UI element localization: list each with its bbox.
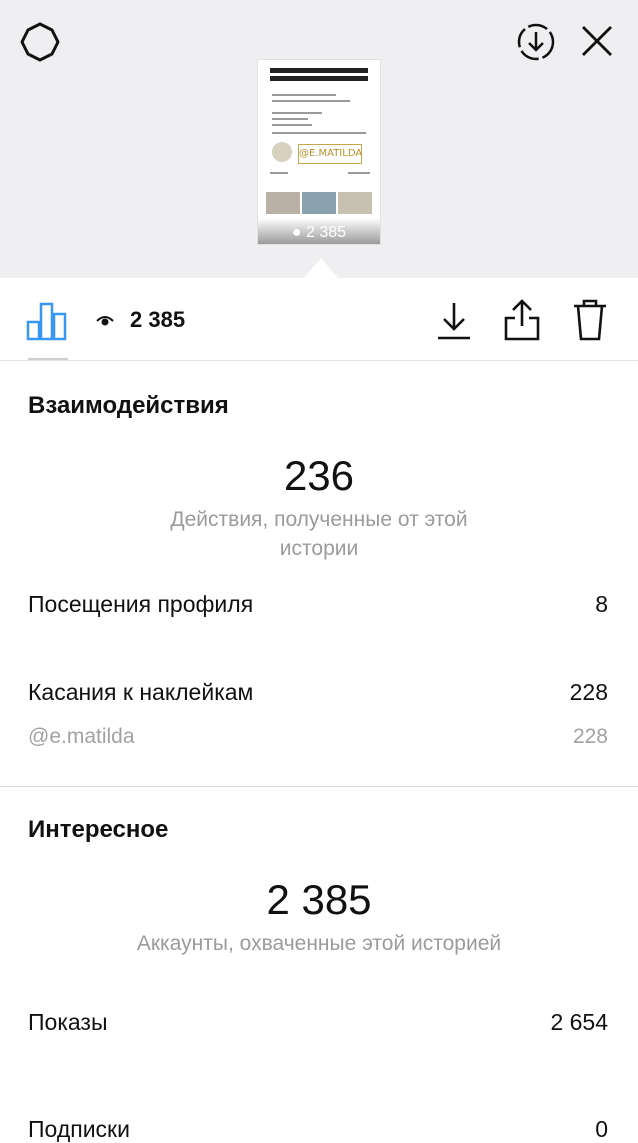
row-label-impressions: Показы <box>28 1009 108 1035</box>
share-icon[interactable] <box>503 298 541 342</box>
discovery-caption: Аккаунты, охваченные этой историей <box>136 932 502 955</box>
row-value-follows: 0 <box>595 1116 608 1142</box>
thumb-text-line <box>272 118 308 120</box>
eye-icon: ● <box>291 224 302 241</box>
thumb-photos <box>266 192 372 214</box>
thumb-headline <box>270 76 368 81</box>
thumb-text-line <box>272 100 350 102</box>
thumb-avatar <box>272 142 292 162</box>
row-label-sticker-taps: Касания к наклейкам <box>28 679 254 705</box>
download-icon[interactable] <box>436 300 472 342</box>
story-thumbnail[interactable]: @E.MATILDA ● 2 385 <box>258 60 380 244</box>
thumb-text-line <box>272 94 336 96</box>
section-divider <box>0 786 638 787</box>
interactions-total: 236 <box>283 452 355 499</box>
sticker-mention-label: @e.matilda <box>28 725 135 748</box>
discovery-total: 2 385 <box>266 876 372 923</box>
interactions-title: Взаимодействия <box>28 392 229 419</box>
thumb-text-line <box>348 172 370 174</box>
row-value-impressions: 2 654 <box>550 1009 608 1035</box>
sticker-mention-value: 228 <box>572 725 608 748</box>
thumb-text-line <box>272 124 312 126</box>
download-circle-icon[interactable] <box>516 22 556 62</box>
thumb-text-line <box>272 132 366 134</box>
insights-icon[interactable] <box>26 300 68 342</box>
row-label-follows: Подписки <box>28 1116 130 1142</box>
close-icon[interactable] <box>580 24 614 58</box>
row-label-profile-visits: Посещения профиля <box>28 591 254 617</box>
row-value-profile-visits: 8 <box>595 591 608 617</box>
thumb-headline <box>270 68 368 73</box>
thumb-views: ● 2 385 <box>258 224 380 242</box>
thumb-views-count: 2 385 <box>306 224 347 241</box>
discovery-title: Интересное <box>28 816 169 843</box>
views-count: 2 385 <box>130 307 186 332</box>
active-tab-indicator <box>28 358 68 360</box>
interactions-caption: Действия, полученные от этой истории <box>170 508 468 560</box>
gear-icon[interactable] <box>20 22 60 62</box>
thumb-text-line <box>270 172 288 174</box>
row-value-sticker-taps: 228 <box>569 679 608 705</box>
eye-icon <box>96 316 114 326</box>
delete-icon[interactable] <box>572 298 608 342</box>
thumb-mention-sticker: @E.MATILDA <box>298 144 362 164</box>
preview-pointer <box>304 258 338 278</box>
thumb-text-line <box>272 112 322 114</box>
